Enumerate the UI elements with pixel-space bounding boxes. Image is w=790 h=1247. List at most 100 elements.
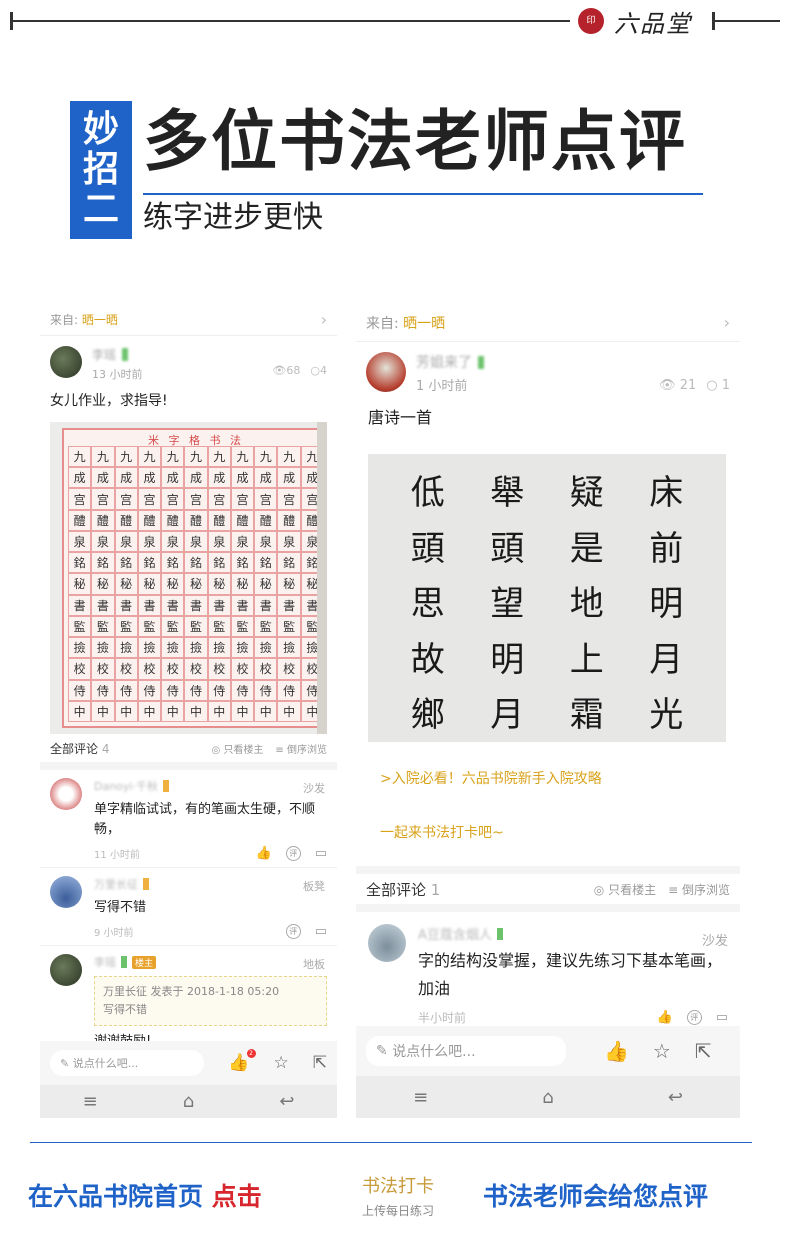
comment-input-placeholder: 说点什么吧...	[392, 1044, 476, 1060]
floor-label: 沙发	[303, 782, 325, 795]
grid-cell: 侍	[184, 679, 208, 701]
grid-cell: 侍	[91, 679, 115, 701]
grid-cell: 宫	[184, 488, 208, 510]
back-icon[interactable]: ↩	[279, 1091, 294, 1112]
grid-cell: 泉	[68, 530, 92, 553]
share-icon[interactable]: ⇱	[313, 1053, 327, 1073]
sort-icon: ≡	[668, 882, 679, 897]
avatar[interactable]	[50, 954, 82, 986]
view-count: 21	[679, 378, 697, 393]
source-link[interactable]: 晒一晒	[403, 316, 445, 332]
newbie-guide-link[interactable]: >入院必看！六品书院新手入院攻略	[356, 768, 740, 788]
avatar[interactable]	[50, 876, 82, 908]
owner-only-toggle[interactable]: ◎ 只看楼主	[594, 881, 656, 898]
poem-char: 望	[490, 584, 525, 624]
post-username[interactable]: 芳姐来了	[416, 352, 472, 372]
page-title: 多位书法老师点评	[143, 103, 687, 180]
comments-count: 4	[101, 741, 110, 756]
grid-cell: 侍	[277, 679, 301, 701]
poem-char: 明	[490, 639, 525, 680]
thumbs-up-icon[interactable]: 👍	[256, 846, 272, 861]
sort-icon: ≡	[275, 744, 284, 756]
grid-cell: 監	[230, 615, 255, 638]
comment-item: A豆蔻含烟人 字的结构没掌握，建议先练习下基本笔画，加油 半小时前 👍 评 ▭ 沙发	[356, 912, 740, 1034]
checkin-entry[interactable]: 书法打卡 上传每日练习	[353, 1172, 443, 1219]
grid-cell: 中	[277, 700, 301, 722]
star-icon[interactable]: ☆	[653, 1039, 671, 1063]
thumbs-up-icon[interactable]: 👍	[604, 1039, 629, 1063]
thumbs-up-icon[interactable]: 👍	[657, 1010, 673, 1025]
comment-input[interactable]: ✎ 说点什么吧...	[50, 1050, 205, 1076]
grid-cell: 監	[254, 615, 278, 638]
grid-cell: 醴	[161, 509, 185, 531]
avatar[interactable]	[366, 352, 406, 392]
grid-cell: 書	[161, 594, 185, 616]
comment-username[interactable]: Danoyi·千秋	[94, 778, 158, 794]
poem-char: 故	[410, 639, 445, 680]
grid-cell: 校	[114, 658, 138, 680]
post-username[interactable]: 李瑶	[92, 346, 116, 363]
eye-icon: 👁	[659, 378, 676, 393]
source-row[interactable]: 来自: 晒一晒 ›	[356, 304, 740, 342]
logo-seal-icon: 印	[578, 8, 604, 34]
poem-calligraphy-photo[interactable]: 床前明月光疑是地上霜舉頭望明月低頭思故鄉	[368, 454, 726, 742]
grid-cell: 監	[68, 615, 92, 638]
reverse-order-toggle[interactable]: ≡ 倒序浏览	[275, 741, 327, 756]
grid-cell: 銘	[230, 552, 255, 574]
grid-cell: 泉	[91, 530, 115, 553]
comment-input[interactable]: ✎ 说点什么吧...	[366, 1036, 566, 1066]
grid-cell: 泉	[254, 530, 278, 553]
rate-icon[interactable]: 评	[285, 924, 301, 939]
avatar[interactable]	[50, 778, 82, 810]
reverse-order-toggle[interactable]: ≡ 倒序浏览	[668, 881, 730, 898]
grid-cell: 醴	[68, 509, 92, 531]
grid-cell: 校	[91, 658, 115, 680]
reply-icon[interactable]: ▭	[315, 924, 327, 939]
grid-cell: 撿	[68, 637, 92, 659]
owner-only-toggle[interactable]: ◎ 只看楼主	[212, 741, 264, 756]
practice-sheet-photo[interactable]: 米 字 格 书 法 九九九九九九九九九九九成成成成成成成成成成成宫宫宫宫宫宫宫宫…	[50, 422, 327, 734]
menu-icon[interactable]: ≡	[413, 1087, 428, 1108]
grid-cell: 中	[68, 700, 92, 722]
thumbs-up-icon[interactable]: 👍 2	[228, 1049, 256, 1073]
grid-cell: 宫	[254, 488, 278, 510]
floor-label: 沙发	[701, 934, 728, 949]
avatar[interactable]	[368, 924, 406, 962]
share-icon[interactable]: ⇱	[695, 1039, 712, 1063]
reply-icon[interactable]: ▭	[315, 846, 327, 861]
level-badge	[496, 927, 503, 940]
tip-tag-char: 招	[82, 149, 119, 190]
source-row[interactable]: 来自: 晒一晒 ›	[40, 304, 337, 336]
page-subtitle: 练字进步更快	[143, 200, 323, 235]
grid-cell: 醴	[254, 509, 278, 531]
comments-count: 1	[430, 880, 441, 899]
source-link[interactable]: 晒一晒	[82, 313, 118, 327]
grid-cell: 泉	[114, 530, 138, 553]
grid-cell: 中	[207, 700, 231, 722]
comment-text: 字的结构没掌握，建议先练习下基本笔画，加油	[418, 951, 723, 998]
grid-cell: 九	[68, 446, 92, 468]
grid-cell: 侍	[137, 679, 162, 701]
rate-icon[interactable]: 评	[285, 846, 301, 861]
back-icon[interactable]: ↩	[668, 1087, 683, 1108]
source-label: 来自:	[50, 313, 79, 327]
avatar[interactable]	[50, 346, 82, 378]
grid-cell: 侍	[68, 679, 92, 701]
star-icon[interactable]: ☆	[274, 1053, 289, 1073]
home-icon[interactable]: ⌂	[183, 1091, 194, 1112]
comment-username[interactable]: A豆蔻含烟人	[418, 924, 492, 943]
footer-rule	[30, 1142, 752, 1143]
comment-input-bar: ✎ 说点什么吧... 👍 2 ☆ ⇱	[40, 1041, 337, 1085]
checkin-link[interactable]: 一起来书法打卡吧~	[356, 822, 740, 842]
grid-cell: 秘	[114, 573, 138, 595]
grid-cell: 撿	[91, 637, 115, 659]
grid-cell: 監	[91, 615, 115, 638]
rate-icon[interactable]: 评	[686, 1010, 702, 1025]
grid-cell: 書	[137, 594, 162, 616]
home-icon[interactable]: ⌂	[542, 1087, 553, 1108]
comment-username[interactable]: 万里长征	[94, 876, 138, 892]
grid-cell: 成	[68, 467, 92, 489]
menu-icon[interactable]: ≡	[83, 1091, 98, 1112]
comment-username[interactable]: 李瑶	[94, 954, 116, 970]
reply-icon[interactable]: ▭	[716, 1010, 728, 1025]
